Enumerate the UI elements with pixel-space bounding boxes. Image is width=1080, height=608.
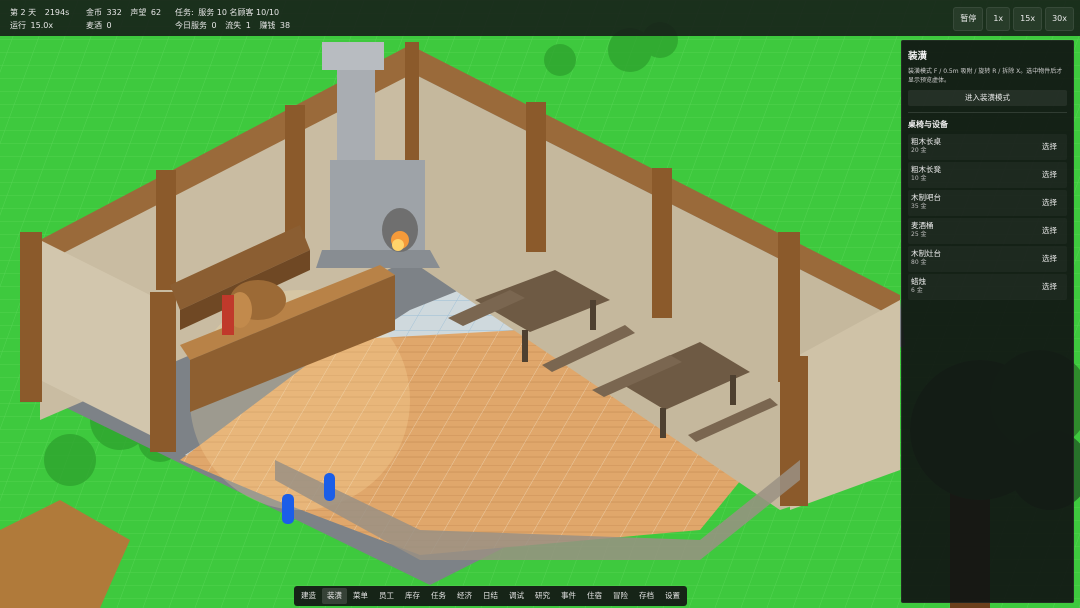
tab-inventory[interactable]: 库存 [400, 588, 425, 604]
hud-gold-row: 金币 332 声望 62 [86, 8, 167, 18]
tab-tasks[interactable]: 任务 [426, 588, 451, 604]
speed-15x-button[interactable]: 15x [1013, 7, 1043, 31]
tab-staff[interactable]: 员工 [374, 588, 399, 604]
today-served-value: 0 [211, 21, 217, 30]
lost-value: 1 [245, 21, 251, 30]
tab-research[interactable]: 研究 [530, 588, 555, 604]
task-label: 任务: [175, 8, 194, 17]
tab-adventure[interactable]: 冒险 [608, 588, 633, 604]
select-button[interactable]: 选择 [1036, 252, 1063, 266]
speed-1x-button[interactable]: 1x [986, 7, 1011, 31]
furniture-item: 粗木长桌 20 金 选择 [908, 134, 1067, 160]
today-served-label: 今日服务 [175, 21, 207, 30]
run-label: 运行 [10, 21, 26, 30]
lost-label: 流失 [225, 21, 242, 30]
tip-label: 赚钱 [259, 21, 276, 30]
reputation-value: 62 [150, 8, 162, 17]
tab-settings[interactable]: 设置 [660, 588, 685, 604]
bottom-menu: 建造 装潢 菜单 员工 库存 任务 经济 日结 调试 研究 事件 住宿 冒险 存… [294, 586, 687, 606]
tab-debug[interactable]: 调试 [504, 588, 529, 604]
hud-ale-row: 麦酒 0 [86, 21, 118, 31]
tab-daily-summary[interactable]: 日结 [478, 588, 503, 604]
tip-value: 38 [279, 21, 291, 30]
select-button[interactable]: 选择 [1036, 280, 1063, 294]
panel-hint: 装潢模式 F / 0.5m 吸附 / 旋转 R / 拆除 X。选中物件后才显示预… [908, 68, 1063, 84]
select-button[interactable]: 选择 [1036, 140, 1063, 154]
decoration-panel: 装潢 装潢模式 F / 0.5m 吸附 / 旋转 R / 拆除 X。选中物件后才… [901, 40, 1074, 603]
select-button[interactable]: 选择 [1036, 168, 1063, 182]
tab-decorate[interactable]: 装潢 [322, 588, 347, 604]
run-speed-value: 15.0x [30, 21, 54, 30]
tab-save[interactable]: 存档 [634, 588, 659, 604]
reputation-label: 声望 [130, 8, 147, 17]
hud-day-row: 第 2 天 2194s [10, 8, 75, 18]
furniture-item: 木制灶台 80 金 选择 [908, 246, 1067, 272]
gold-value: 332 [106, 8, 122, 17]
tab-build[interactable]: 建造 [296, 588, 321, 604]
select-button[interactable]: 选择 [1036, 196, 1063, 210]
pause-button[interactable]: 暂停 [953, 7, 984, 31]
speed-controls: 暂停 1x 15x 30x [953, 7, 1074, 31]
hud-today-row: 今日服务 0 流失 1 赚钱 38 [175, 21, 296, 31]
top-hud: 第 2 天 2194s 运行 15.0x 金币 332 声望 62 麦酒 0 任… [0, 0, 1080, 36]
time-value: 2194s [44, 8, 70, 17]
furniture-item: 蜡烛 6 金 选择 [908, 274, 1067, 300]
divider [908, 112, 1067, 113]
hud-task-row: 任务: 服务 10 名顾客 10/10 [175, 8, 285, 18]
task-text: 服务 10 名顾客 10/10 [198, 8, 280, 17]
ale-label: 麦酒 [86, 21, 102, 30]
tab-events[interactable]: 事件 [556, 588, 581, 604]
tab-lodging[interactable]: 住宿 [582, 588, 607, 604]
panel-title: 装潢 [908, 51, 928, 62]
hud-run-row: 运行 15.0x [10, 21, 59, 31]
speed-30x-button[interactable]: 30x [1045, 7, 1074, 31]
furniture-item: 木制吧台 35 金 选择 [908, 190, 1067, 216]
tab-economy[interactable]: 经济 [452, 588, 477, 604]
gold-label: 金币 [86, 8, 102, 17]
section-title: 桌椅与设备 [908, 120, 948, 129]
tab-menu[interactable]: 菜单 [348, 588, 373, 604]
day-label: 第 2 天 [10, 8, 37, 17]
furniture-item: 麦酒桶 25 金 选择 [908, 218, 1067, 244]
select-button[interactable]: 选择 [1036, 224, 1063, 238]
furniture-item: 粗木长凳 10 金 选择 [908, 162, 1067, 188]
ale-value: 0 [106, 21, 112, 30]
enter-decoration-mode-button[interactable]: 进入装潢模式 [908, 90, 1067, 106]
